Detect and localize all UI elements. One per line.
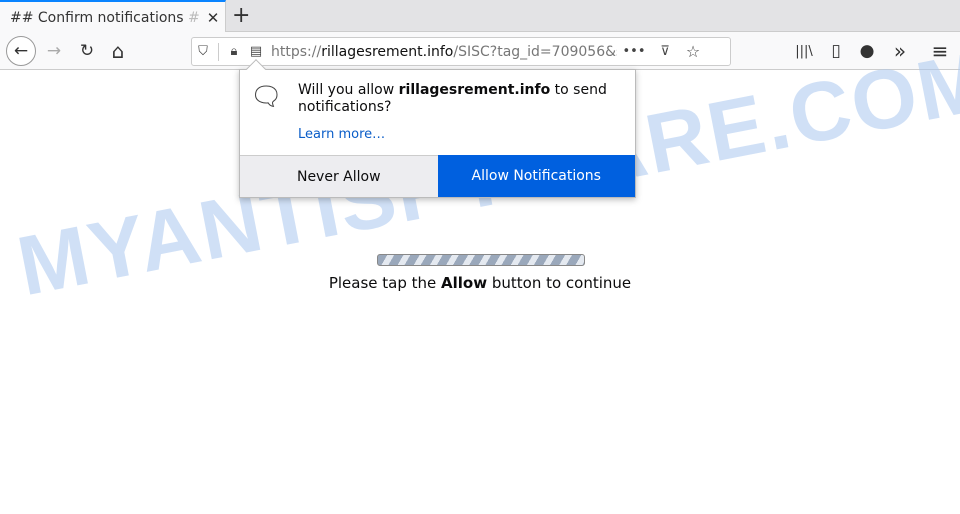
close-icon[interactable]: ✕ [201,9,225,27]
allow-notifications-button[interactable]: Allow Notifications [437,155,635,197]
home-button[interactable]: ⌂ [104,37,132,65]
tab-confirm-notifications[interactable]: ## Confirm notifications # ✕ [0,0,226,33]
instruction-text: Please tap the Allow button to continue [328,274,632,292]
page-actions-button[interactable]: ••• [617,44,651,59]
new-tab-button[interactable]: + [232,3,250,28]
tab-strip: ## Confirm notifications # ✕ + [0,0,960,33]
permission-question: Will you allow rillagesrement.info to se… [298,82,607,115]
pocket-icon[interactable]: ⊽ [651,44,679,59]
notification-permission-popup: 🗨︎ Will you allow rillagesrement.info to… [239,59,636,198]
url-bar[interactable]: ⛉ 🔒︎ ▤ https://rillagesrement.info/SISC?… [191,37,731,66]
tab-title: ## Confirm notifications [10,9,184,26]
url-text[interactable]: https://rillagesrement.info/SISC?tag_id=… [271,44,617,60]
back-button[interactable]: ← [6,36,36,66]
library-icon[interactable]: |||\ [790,37,818,65]
learn-more-link[interactable]: Learn more… [298,127,385,142]
bookmark-star-icon[interactable]: ☆ [679,42,707,61]
notification-permission-icon[interactable]: ▤ [245,44,267,59]
reload-button[interactable]: ↻ [73,37,101,65]
shield-icon[interactable]: ⛉ [192,44,214,59]
lock-icon[interactable]: 🔒︎ [223,44,245,59]
chat-bubble-icon: 🗨︎ [250,82,284,112]
tab-title-overflow: # [183,9,200,26]
forward-button[interactable]: → [40,37,68,65]
never-allow-button[interactable]: Never Allow [240,155,438,197]
progress-bar [377,254,585,266]
